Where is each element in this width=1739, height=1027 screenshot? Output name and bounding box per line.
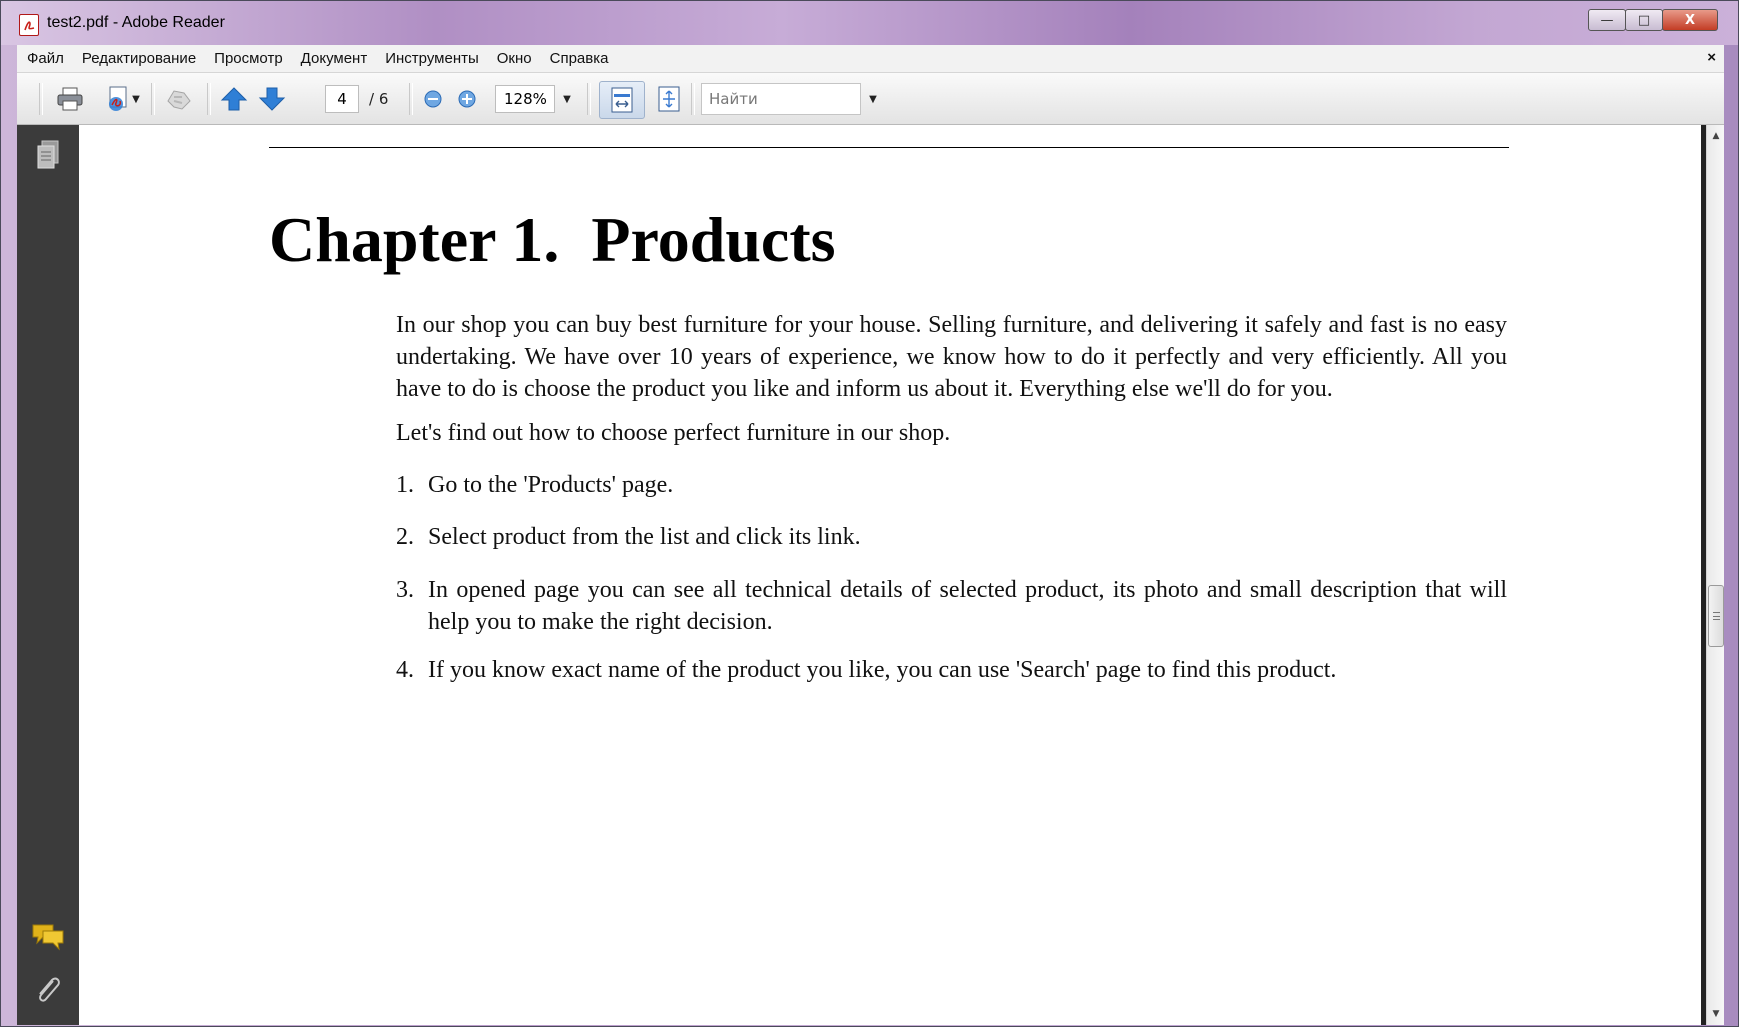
maximize-button[interactable]: □: [1625, 9, 1663, 31]
scroll-thumb[interactable]: [1708, 585, 1724, 647]
next-page-button[interactable]: [255, 83, 289, 115]
pages-icon: [37, 140, 59, 169]
minimize-button[interactable]: —: [1588, 9, 1626, 31]
zoom-out-button[interactable]: [419, 83, 447, 115]
fit-page-icon: [658, 86, 680, 112]
menu-window[interactable]: Окно: [488, 50, 541, 67]
arrow-up-icon: [220, 87, 248, 111]
attachments-panel-button[interactable]: [17, 973, 79, 1007]
list-number: 4.: [396, 657, 414, 683]
print-button[interactable]: [53, 83, 87, 115]
collaborate-icon: [167, 90, 191, 110]
vertical-scrollbar[interactable]: ▲ ▼: [1706, 125, 1724, 1025]
toolbar-separator: [39, 83, 43, 115]
zoom-in-icon: [458, 90, 476, 108]
list-text: Select product from the list and click i…: [428, 524, 861, 550]
list-number: 2.: [396, 524, 414, 550]
zoom-out-icon: [424, 90, 442, 108]
navigation-panel: [17, 125, 79, 1025]
toolbar: ▼ 4 / 6 128% ▼ Найти ▼: [17, 73, 1724, 125]
comments-panel-button[interactable]: [17, 921, 79, 951]
list-text: If you know exact name of the product yo…: [428, 657, 1337, 683]
close-document-button[interactable]: ×: [1707, 49, 1716, 66]
paperclip-icon: [39, 977, 60, 1002]
close-button[interactable]: X: [1662, 9, 1718, 31]
page-number-input[interactable]: 4: [325, 85, 359, 113]
zoom-in-button[interactable]: [453, 83, 481, 115]
list-number: 1.: [396, 472, 414, 498]
fit-page-button[interactable]: [651, 83, 687, 115]
list-item: 1. Go to the 'Products' page.: [396, 469, 1507, 501]
find-input[interactable]: Найти: [701, 83, 861, 115]
document-view[interactable]: Chapter 1. Products In our shop you can …: [79, 125, 1701, 1025]
window-controls: — □ X: [1588, 9, 1718, 31]
window-title: test2.pdf - Adobe Reader: [47, 14, 225, 31]
list-number: 3.: [396, 577, 414, 603]
previous-page-button[interactable]: [217, 83, 251, 115]
create-pdf-icon: [109, 86, 127, 111]
toolbar-separator: [151, 83, 155, 115]
menu-bar: Файл Редактирование Просмотр Документ Ин…: [17, 45, 1724, 73]
list-item: 2. Select product from the list and clic…: [396, 521, 1507, 553]
toolbar-separator: [207, 83, 211, 115]
scroll-down-button[interactable]: ▼: [1707, 1005, 1725, 1023]
printer-icon: [57, 87, 83, 111]
menu-edit[interactable]: Редактирование: [73, 50, 205, 67]
scroll-up-button[interactable]: ▲: [1707, 127, 1725, 145]
menu-help[interactable]: Справка: [541, 50, 618, 67]
chapter-title: Chapter 1. Products: [269, 204, 836, 275]
toolbar-separator: [409, 83, 413, 115]
fit-width-icon: [611, 87, 633, 113]
chevron-down-icon: ▼: [132, 93, 140, 105]
comments-icon: [32, 924, 64, 951]
list-text: In opened page you can see all technical…: [428, 577, 1507, 635]
collaborate-button[interactable]: [161, 83, 197, 115]
menu-document[interactable]: Документ: [292, 50, 377, 67]
create-pdf-button[interactable]: ▼: [99, 83, 145, 115]
menu-tools[interactable]: Инструменты: [376, 50, 488, 67]
intro-paragraph: In our shop you can buy best furniture f…: [396, 312, 1507, 402]
zoom-dropdown-button[interactable]: ▼: [557, 83, 577, 115]
menu-file[interactable]: Файл: [17, 50, 73, 67]
page-total: / 6: [369, 90, 389, 108]
header-rule: [269, 147, 1509, 148]
chevron-down-icon: ▼: [869, 93, 877, 105]
zoom-level-input[interactable]: 128%: [495, 85, 555, 113]
list-text: Go to the 'Products' page.: [428, 472, 674, 498]
list-item: 4. If you know exact name of the product…: [396, 654, 1507, 686]
toolbar-separator: [587, 83, 591, 115]
fit-width-button[interactable]: [599, 81, 645, 119]
title-bar[interactable]: test2.pdf - Adobe Reader — □ X: [1, 1, 1738, 45]
find-dropdown-button[interactable]: ▼: [863, 83, 883, 115]
grip-icon: [1713, 612, 1720, 620]
toolbar-separator: [691, 83, 695, 115]
pages-panel-button[interactable]: [17, 139, 79, 171]
chevron-down-icon: ▼: [563, 93, 571, 105]
arrow-down-icon: [258, 87, 286, 111]
menu-view[interactable]: Просмотр: [205, 50, 292, 67]
app-window: test2.pdf - Adobe Reader — □ X Файл Реда…: [0, 0, 1739, 1027]
pdf-icon: [19, 14, 39, 36]
lead-paragraph: Let's find out how to choose perfect fur…: [396, 420, 951, 446]
list-item: 3. In opened page you can see all techni…: [396, 574, 1507, 638]
